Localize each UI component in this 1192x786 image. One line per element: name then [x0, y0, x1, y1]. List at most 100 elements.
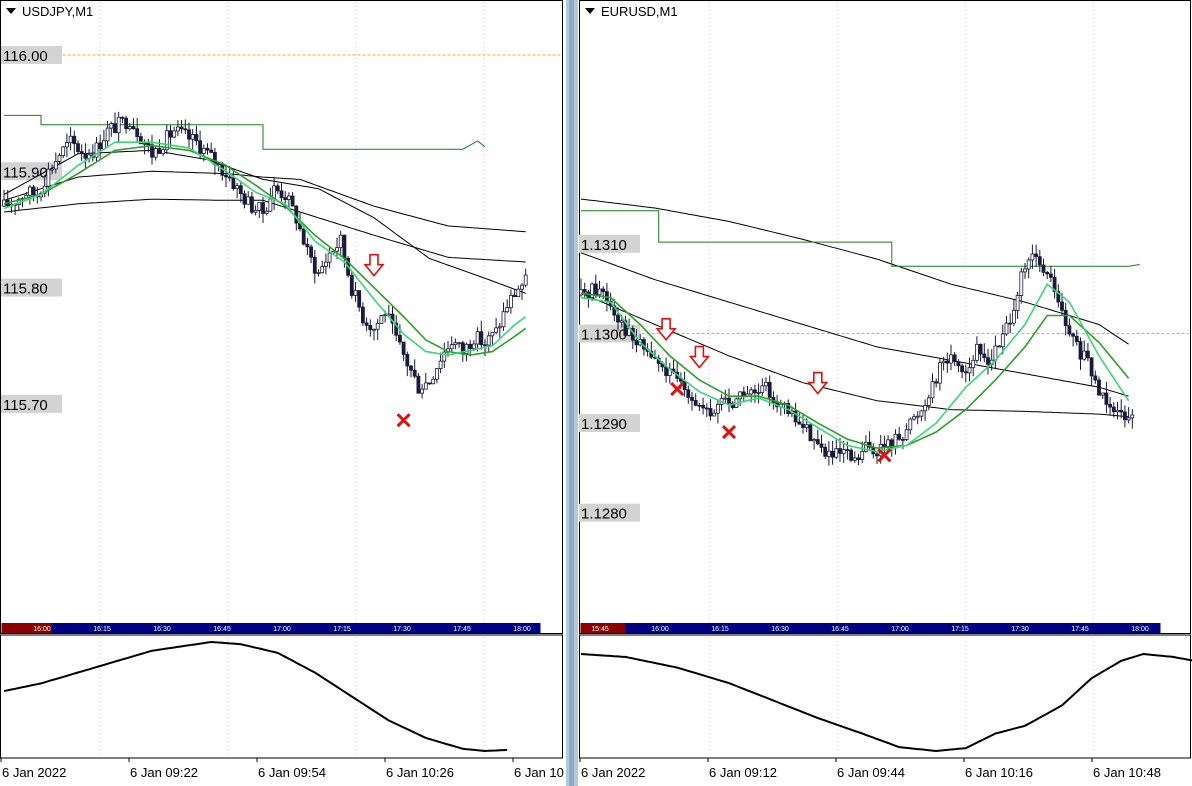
eurusd-candle-body [1115, 409, 1120, 413]
usdjpy-candle-body [442, 351, 447, 362]
eurusd-candle [697, 402, 702, 411]
eurusd-candle-body [1000, 333, 1005, 348]
usdjpy-candle [268, 187, 273, 213]
usdjpy-candle-body [397, 334, 402, 343]
usdjpy-candle-body [283, 197, 288, 200]
eurusd-candle-body [971, 359, 976, 369]
usdjpy-candle-body [242, 193, 247, 205]
usdjpy-candle-body [50, 168, 54, 171]
eurusd-candle [1115, 402, 1120, 420]
usdjpy-candle-body [357, 290, 362, 308]
usdjpy-price-label: 115.70 [1, 394, 62, 414]
usdjpy-candle [479, 320, 484, 350]
usdjpy-candle-body [98, 142, 103, 150]
usdjpy-session-label: 17:45 [453, 626, 471, 633]
usdjpy-candle-body [179, 126, 184, 130]
eurusd-candle-body [1011, 309, 1016, 324]
usdjpy-candle-body [201, 147, 206, 154]
usdjpy-candle [194, 125, 199, 146]
eurusd-session-label: 16:00 [651, 626, 669, 633]
usdjpy-candle-body [453, 342, 458, 346]
usdjpy-candle-body [335, 247, 339, 252]
eurusd-candle [826, 440, 831, 466]
eurusd-x-tick-label: 6 Jan 09:12 [709, 765, 777, 780]
eurusd-x-tick-label: 6 Jan 2022 [581, 765, 645, 780]
dropdown-triangle-icon[interactable] [6, 8, 16, 14]
eurusd-candle-body [897, 433, 902, 440]
eurusd-candle [1019, 267, 1024, 304]
usdjpy-candle-body [294, 205, 299, 224]
eurusd-session-label: 16:30 [771, 626, 789, 633]
usdjpy-candle-body [409, 365, 413, 371]
usdjpy-main-frame [0, 0, 563, 634]
splitter-handle[interactable] [569, 0, 574, 786]
eurusd-candle-body [664, 366, 668, 376]
eurusd-candle-body [812, 439, 817, 442]
usdjpy-candle-body [353, 290, 358, 296]
usdjpy-candle [153, 146, 158, 161]
usdjpy-candle [79, 144, 84, 162]
eurusd-candle-body [952, 354, 957, 363]
eurusd-candle-body [749, 389, 754, 395]
eurusd-candle-body [804, 424, 809, 428]
eurusd-oscillator-frame [579, 634, 1191, 759]
usdjpy-candle-body [401, 341, 406, 355]
eurusd-candle-body [1071, 333, 1076, 337]
eurusd-candle-body [912, 416, 916, 420]
eurusd-candle-body [834, 448, 839, 458]
dropdown-triangle-icon[interactable] [585, 8, 595, 14]
usdjpy-candle [72, 130, 77, 155]
eurusd-step-line [581, 210, 1140, 267]
usdjpy-candle [468, 339, 473, 357]
eurusd-candle-body [1067, 325, 1072, 335]
usdjpy-session-label: 16:15 [93, 626, 111, 633]
eurusd-chart-panel[interactable]: 1.1310 1.1300 1.1290 1.1280 15:45 16:00 16:15 1… [579, 0, 1192, 786]
eurusd-candles [579, 244, 1135, 466]
eurusd-session-label: 16:45 [831, 626, 849, 633]
usdjpy-candle [83, 143, 88, 170]
eurusd-candle-body [1063, 309, 1068, 327]
eurusd-candle-body [1100, 392, 1105, 396]
eurusd-candle [786, 399, 791, 417]
usdjpy-candle [316, 269, 321, 277]
usdjpy-candle-body [434, 368, 439, 380]
eurusd-candle [1074, 329, 1079, 346]
usdjpy-price-label: 115.90 [1, 162, 62, 181]
usdjpy-candle [523, 268, 528, 288]
eurusd-candle-body [1082, 350, 1087, 360]
usdjpy-candle-body [131, 126, 136, 130]
usdjpy-candle-body [342, 234, 347, 259]
eurusd-candle-body [764, 381, 768, 387]
eurusd-candle [952, 351, 957, 367]
eurusd-candle [1023, 263, 1027, 279]
usdjpy-candle [372, 328, 376, 341]
usdjpy-candle-body [516, 288, 521, 298]
usdjpy-candle [401, 341, 406, 361]
usdjpy-candle [338, 230, 343, 257]
eurusd-price-label-text: 1.1280 [581, 506, 627, 523]
eurusd-candle [693, 393, 698, 407]
usdjpy-candle [275, 183, 280, 195]
usdjpy-title[interactable]: USDJPY,M1 [6, 4, 93, 19]
eurusd-title[interactable]: EURUSD,M1 [585, 4, 678, 19]
usdjpy-candle [135, 118, 140, 144]
usdjpy-candle [434, 368, 439, 384]
chart-splitter[interactable] [566, 0, 578, 786]
usdjpy-candle [375, 318, 380, 340]
eurusd-candle-body [900, 438, 905, 441]
usdjpy-chart-panel[interactable]: 116.00 115.90 115.80 115.70 16:00 16:15 16:30 1… [0, 0, 564, 786]
eurusd-candle-body [838, 448, 842, 454]
eurusd-candle-body [727, 397, 731, 404]
usdjpy-candle [349, 271, 354, 299]
usdjpy-candle-body [290, 195, 295, 207]
eurusd-candle [1126, 407, 1131, 424]
eurusd-candle-body [808, 424, 813, 442]
usdjpy-candle [353, 281, 358, 302]
eurusd-candle [997, 345, 1002, 348]
eurusd-candle [937, 358, 942, 391]
usdjpy-candle-body [416, 375, 421, 394]
eurusd-candle-body [997, 345, 1002, 348]
eurusd-candle [830, 440, 835, 465]
eurusd-candle-body [756, 391, 761, 394]
usdjpy-candle [179, 119, 184, 134]
